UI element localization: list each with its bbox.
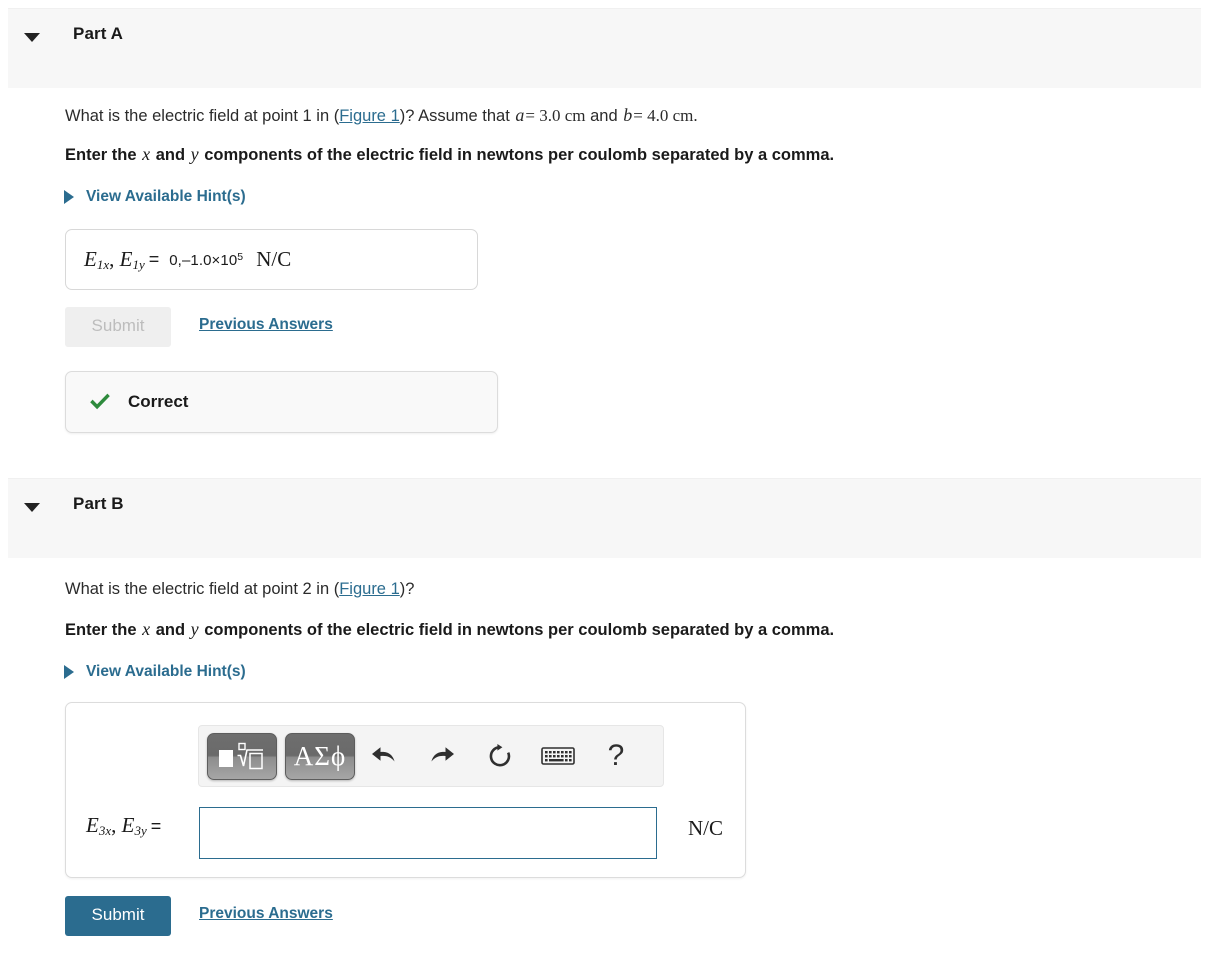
greek-symbols-button[interactable]: ΑΣϕ [285,732,355,780]
part-b-hints-label: View Available Hint(s) [86,663,246,680]
part-b-header[interactable]: Part B [8,478,1201,558]
part-a-question-prefix: What is the electric field at point 1 in… [65,107,340,125]
label-e3x: E3x [86,813,112,838]
part-a-correct-feedback: Correct [65,371,498,433]
caret-down-icon[interactable] [24,33,40,42]
check-mark-icon [90,393,110,410]
redo-arrow-icon [431,747,454,762]
undo-button[interactable] [355,733,413,780]
part-b-question-middle: )? [399,580,415,598]
problem-page: Part A What is the electric field at poi… [0,0,1210,972]
part-b-equals-sign: = [150,816,162,836]
part-a-title: Part A [73,24,124,43]
reset-button[interactable] [471,733,529,780]
instruction-lead-a: Enter the [65,146,137,164]
part-a-previous-answers-link[interactable]: Previous Answers [199,316,333,334]
undo-arrow-icon [372,747,395,762]
part-a-header[interactable]: Part A [8,8,1201,88]
variable-x-a: x [142,144,151,164]
part-b-question-prefix: What is the electric field at point 2 in… [65,580,340,598]
instruction-lead-b: Enter the [65,621,137,639]
part-a-answer-label: E1x, E1y [84,246,145,272]
part-a-feedback-label: Correct [128,392,189,411]
variable-y-a: y [190,144,199,164]
part-b-submit-button[interactable]: Submit [65,896,171,936]
reset-circular-arrow-icon [489,744,511,767]
part-b-previous-answers-link[interactable]: Previous Answers [199,905,333,923]
figure-1-link-a[interactable]: Figure 1 [339,107,400,125]
instruction-mid-b: and [155,621,186,639]
label-e1x: E1x [84,246,110,272]
template-nth-root-icon [219,742,263,770]
triangle-right-icon [64,190,74,204]
variable-y-b: y [190,619,199,639]
variable-x-b: x [142,619,151,639]
variable-b: b [623,105,633,125]
part-a-equals-sign: = [148,249,160,269]
part-b-instruction: Enter the x and y components of the elec… [65,617,834,641]
variable-a: a [515,105,525,125]
part-b-answer-label: E3x, E3y = [86,813,162,838]
label-e3y: E3y [121,813,147,838]
part-a-answer-value: 0,–1.0×105 [169,250,244,269]
keyboard-button[interactable] [529,733,587,780]
part-a-answer-box: E1x, E1y = 0,–1.0×105 N/C [65,229,478,290]
part-b-answer-container: ΑΣϕ ? E3x, E3y = N/C [65,702,746,878]
part-a-instruction: Enter the x and y components of the elec… [65,142,834,166]
instruction-tail-a: components of the electric field in newt… [204,146,835,164]
part-b-answer-unit: N/C [688,816,724,840]
help-button[interactable]: ? [587,733,645,780]
part-a-hints-toggle[interactable]: View Available Hint(s) [64,188,246,206]
math-toolbar: ΑΣϕ ? [198,725,664,787]
keyboard-icon [541,747,575,765]
part-a-hints-label: View Available Hint(s) [86,188,246,205]
part-b-hints-toggle[interactable]: View Available Hint(s) [64,663,246,681]
triangle-right-icon [64,665,74,679]
redo-button[interactable] [413,733,471,780]
part-b-title: Part B [73,494,124,513]
part-a-answer-unit: N/C [256,247,292,271]
b-value: = 4.0 cm. [633,106,698,125]
instruction-mid-a: and [155,146,186,164]
part-a-question-middle: )? Assume that [399,107,510,125]
part-a-submit-button[interactable]: Submit [65,307,171,347]
template-nth-root-icon-button[interactable] [207,732,277,780]
part-b-answer-input[interactable] [199,807,657,859]
figure-1-link-b[interactable]: Figure 1 [339,580,400,598]
conjunction-and-a: and [590,107,618,125]
a-value: = 3.0 cm [525,106,586,125]
instruction-tail-b: components of the electric field in newt… [204,621,835,639]
part-b-question-text: What is the electric field at point 2 in… [65,578,414,600]
label-e1y: E1y [119,246,145,272]
part-a-question-text: What is the electric field at point 1 in… [65,103,698,128]
caret-down-icon[interactable] [24,503,40,512]
